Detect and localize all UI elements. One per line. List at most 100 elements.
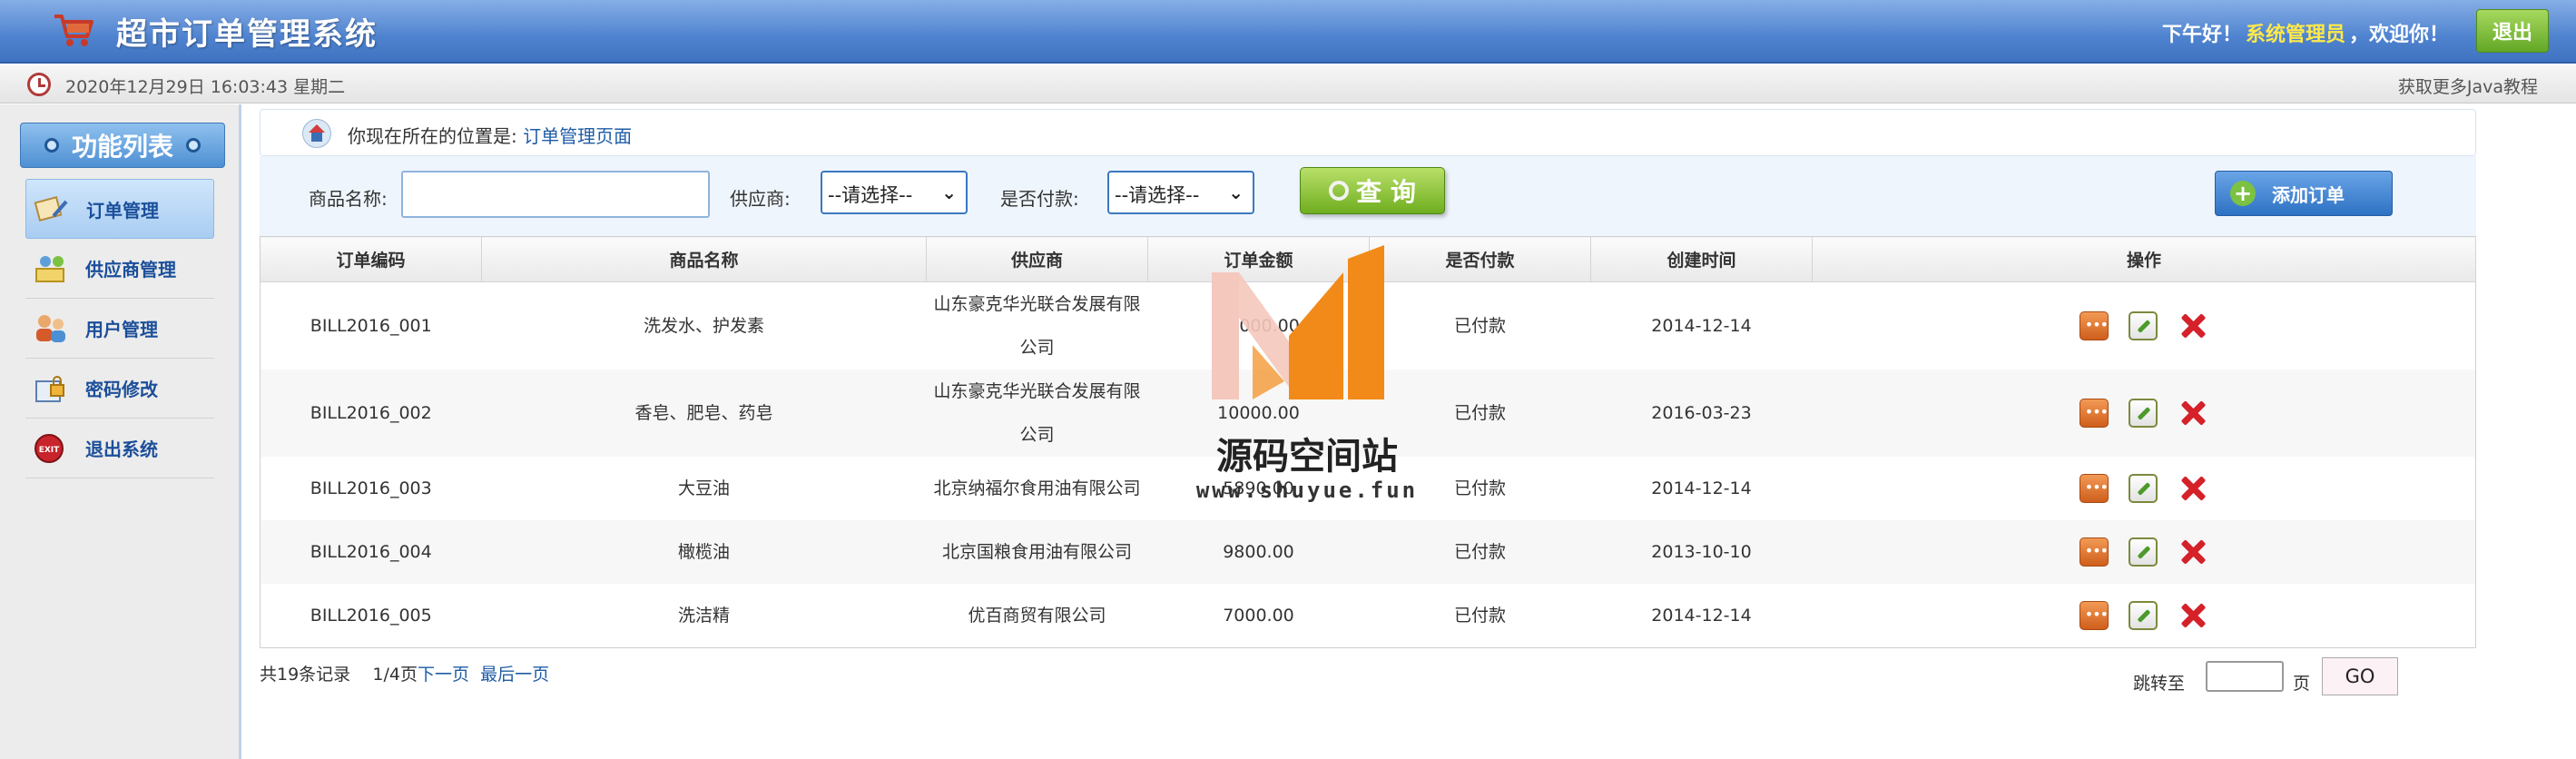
cell-paid: 已付款 [1369,520,1591,584]
delete-icon[interactable] [2178,537,2208,567]
cell-supplier: 山东豪克华光联合发展有限公司 [926,370,1148,457]
top-header: 超市订单管理系统 下午好！ 系统管理员 ，欢迎你！ 退出 [0,0,2576,64]
breadcrumb-current-page[interactable]: 订单管理页面 [523,125,632,147]
sidebar-item-user-management[interactable]: 用户管理 [25,299,214,359]
next-page-link[interactable]: 下一页 [418,665,469,685]
sidebar-item-order-management[interactable]: 订单管理 [25,179,214,239]
cell-created: 2014-12-14 [1651,478,1752,498]
paid-select-value: --请选择-- [1115,184,1200,206]
sidebar: 功能列表 订单管理 供应商管理 用户管理 密码修改 EXIT 退出系统 [0,104,241,759]
paid-label: 是否付款: [1000,188,1079,210]
table-row: BILL2016_004 橄榄油 北京国粮食用油有限公司 9800.00 已付款… [260,520,2476,584]
bullet-icon [186,138,201,153]
cell-product: 橄榄油 [481,520,927,584]
sidebar-item-label: 退出系统 [85,439,158,460]
sidebar-item-password-change[interactable]: 密码修改 [25,359,214,419]
sidebar-title-label: 功能列表 [71,132,173,162]
chevron-down-icon: ⌄ [1228,182,1244,203]
cell-order-code: BILL2016_004 [260,520,482,584]
sidebar-title: 功能列表 [20,123,225,168]
col-header-product: 商品名称 [481,236,927,282]
view-icon[interactable] [2079,600,2109,630]
paid-select[interactable]: --请选择-- ⌄ [1107,171,1254,214]
jump-page-input[interactable] [2206,660,2284,692]
shopping-cart-icon [54,15,93,46]
delete-icon[interactable] [2178,600,2208,631]
welcome-text: ，欢迎你！ [2348,24,2449,46]
total-records: 共19条记录 [260,664,351,685]
watermark-url: www.shuyue.fun [1195,478,1419,503]
add-order-button[interactable]: + 添加订单 [2215,171,2393,216]
pagination-info: 共19条记录 1/4页下一页 最后一页 [260,661,549,685]
edit-icon[interactable] [2128,311,2158,340]
current-datetime: 2020年12月29日 16:03:43 星期二 [65,77,346,97]
greeting: 下午好！ 系统管理员 ，欢迎你！ [2162,18,2449,47]
cell-paid: 已付款 [1453,605,1506,626]
delete-icon[interactable] [2178,473,2208,504]
cell-actions [1812,520,2476,584]
product-name-input[interactable] [401,171,710,218]
pagination: 共19条记录 1/4页下一页 最后一页 跳转至 页 GO [260,648,2476,712]
app-title: 超市订单管理系统 [116,16,378,53]
sidebar-item-label: 密码修改 [85,379,158,400]
view-icon[interactable] [2079,474,2109,503]
home-icon [302,119,331,148]
cell-amount: 9800.00 [1147,520,1370,584]
go-button[interactable]: GO [2322,656,2398,695]
cell-product: 洗发水、护发素 [643,316,764,336]
page-unit-label: 页 [2293,673,2311,694]
chevron-down-icon: ⌄ [941,182,957,203]
greeting-text: 下午好！ [2161,24,2242,46]
query-button[interactable]: 查 询 [1300,167,1445,214]
col-header-order-code: 订单编码 [260,236,482,282]
supplier-label: 供应商: [730,188,791,210]
col-header-created: 创建时间 [1590,236,1813,282]
supplier-select[interactable]: --请选择-- ⌄ [821,171,968,214]
edit-icon[interactable] [2128,600,2158,630]
cell-actions [1813,584,2476,647]
supplier-select-value: --请选择-- [828,184,913,206]
watermark-logo-icon [1212,245,1384,399]
col-header-actions: 操作 [1812,236,2476,282]
sidebar-item-label: 用户管理 [85,319,158,340]
cell-product: 大豆油 [677,478,730,498]
clock-icon [27,73,51,96]
plus-icon: + [2230,181,2256,206]
jump-to-label: 跳转至 [2133,673,2186,694]
cell-product: 香皂、肥皂、药皂 [481,370,927,457]
query-button-label: 查 询 [1356,177,1416,207]
delete-icon[interactable] [2178,398,2208,429]
cell-order-code: BILL2016_005 [310,605,432,626]
cell-created: 2013-10-10 [1590,520,1813,584]
view-icon[interactable] [2079,399,2109,428]
cell-order-code: BILL2016_001 [310,316,432,336]
sidebar-item-label: 供应商管理 [85,259,176,281]
edit-icon[interactable] [2128,399,2158,428]
cell-actions [1813,282,2476,370]
delete-icon[interactable] [2178,310,2208,341]
cell-product: 洗洁精 [677,605,730,626]
date-bar: 2020年12月29日 16:03:43 星期二 获取更多Java教程 [0,65,2576,104]
edit-icon[interactable] [2128,537,2158,567]
sidebar-item-exit-system[interactable]: EXIT 退出系统 [25,419,214,478]
sidebar-item-label: 订单管理 [86,199,159,222]
svg-text:EXIT: EXIT [39,446,60,455]
cell-supplier: 山东豪克华光联合发展有限公司 [933,294,1141,358]
view-icon[interactable] [2079,537,2109,567]
logout-button[interactable]: 退出 [2476,9,2549,53]
users-icon [36,314,65,342]
product-name-label: 商品名称: [309,188,388,210]
cell-order-code: BILL2016_002 [260,370,482,457]
order-icon [34,196,68,222]
last-page-link[interactable]: 最后一页 [480,665,549,685]
cell-amount: 7000.00 [1223,605,1294,626]
cell-created: 2014-12-14 [1651,605,1752,626]
supplier-icon [35,255,64,282]
exit-icon: EXIT [34,433,64,463]
more-java-tutorials-link[interactable]: 获取更多Java教程 [2398,74,2538,98]
view-icon[interactable] [2079,311,2109,340]
edit-icon[interactable] [2128,474,2158,503]
cell-supplier: 优百商贸有限公司 [968,605,1106,626]
cell-actions [1813,457,2476,520]
sidebar-item-supplier-management[interactable]: 供应商管理 [25,239,214,299]
